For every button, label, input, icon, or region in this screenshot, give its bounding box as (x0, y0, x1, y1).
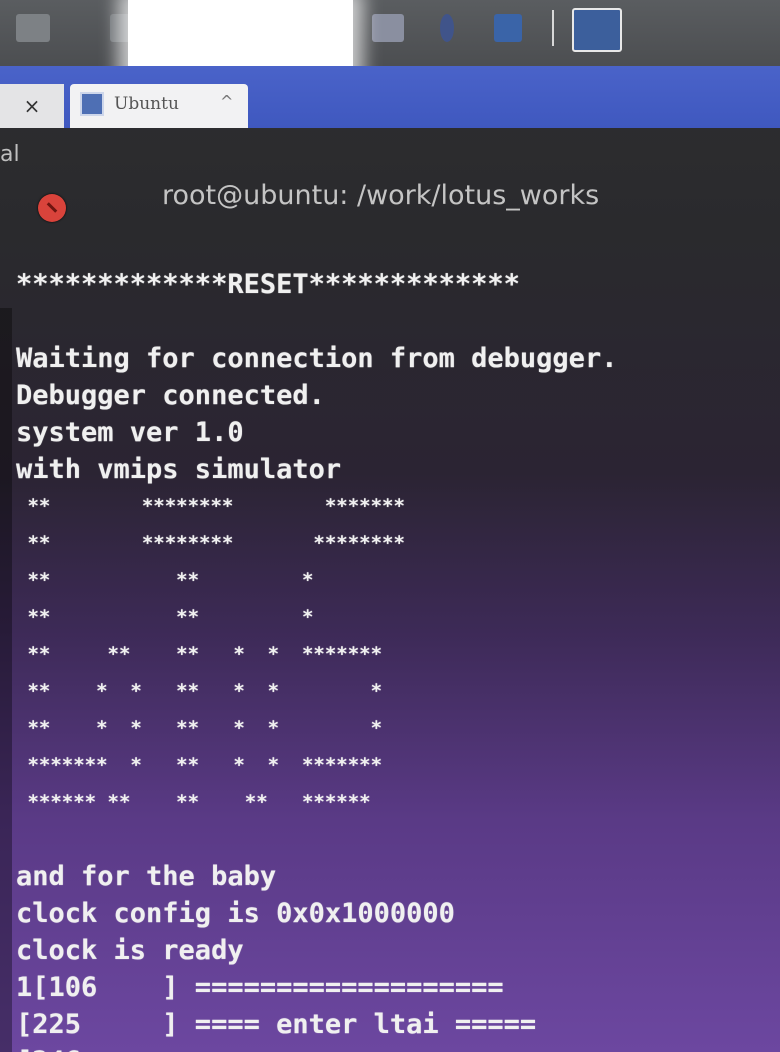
close-tab-button[interactable]: × (0, 84, 64, 128)
terminal-output[interactable]: *************RESET************* Waiting f… (16, 266, 617, 1052)
terminal-line: clock config is 0x0x1000000 (16, 898, 455, 929)
screen: × Ubuntu ^ al root@ubuntu: /work/lotus_w… (0, 0, 780, 1052)
taskbar-divider (552, 10, 554, 46)
virtual-machine-icon[interactable] (572, 8, 622, 52)
ascii-art-line: ******* * ** * * ******* (16, 754, 383, 776)
circle-icon[interactable] (440, 14, 454, 42)
display-icon[interactable] (372, 14, 404, 42)
terminal-line: clock is ready (16, 935, 244, 966)
vm-icon (80, 92, 104, 116)
terminal-line: Waiting for connection from debugger. (16, 343, 618, 374)
ascii-art-line: ** * * ** * * * (16, 717, 383, 739)
terminal-line: [246 (16, 1043, 617, 1052)
desktop-taskbar (0, 0, 780, 66)
terminal-window: al root@ubuntu: /work/lotus_works ******… (0, 128, 780, 1052)
terminal-line: *************RESET************* (16, 269, 520, 300)
terminal-line: with vmips simulator (16, 454, 342, 485)
window-icon[interactable] (494, 14, 522, 42)
ascii-art-line: ** ** ** * * ******* (16, 643, 383, 665)
side-app-label: al (0, 142, 20, 167)
terminal-line: system ver 1.0 (16, 417, 244, 448)
ascii-art-line: ****** ** ** ** ****** (16, 791, 371, 813)
window-title: root@ubuntu: /work/lotus_works (162, 180, 600, 211)
close-window-button[interactable] (38, 194, 66, 222)
terminal-line: and for the baby (16, 861, 277, 892)
app-launcher-icon[interactable] (16, 14, 50, 42)
terminal-line: Debugger connected. (16, 380, 325, 411)
ascii-art-line: ** ** * (16, 606, 314, 628)
tab-ubuntu[interactable]: Ubuntu ^ (70, 84, 248, 128)
terminal-line: 1[106 ] =================== (16, 972, 504, 1003)
terminal-line: [225 ] ==== enter ltai ===== (16, 1009, 537, 1040)
window-edge (0, 308, 12, 1052)
tab-label: Ubuntu (114, 94, 179, 114)
tab-bar: × Ubuntu ^ (0, 66, 780, 128)
chevron-up-icon[interactable]: ^ (220, 92, 233, 111)
ascii-art-line: ** * * ** * * * (16, 680, 383, 702)
ascii-art-line: ** ******** ******** (16, 532, 405, 554)
ascii-art-line: ** ** * (16, 569, 314, 591)
ascii-art-line: ** ******** ******* (16, 495, 405, 517)
